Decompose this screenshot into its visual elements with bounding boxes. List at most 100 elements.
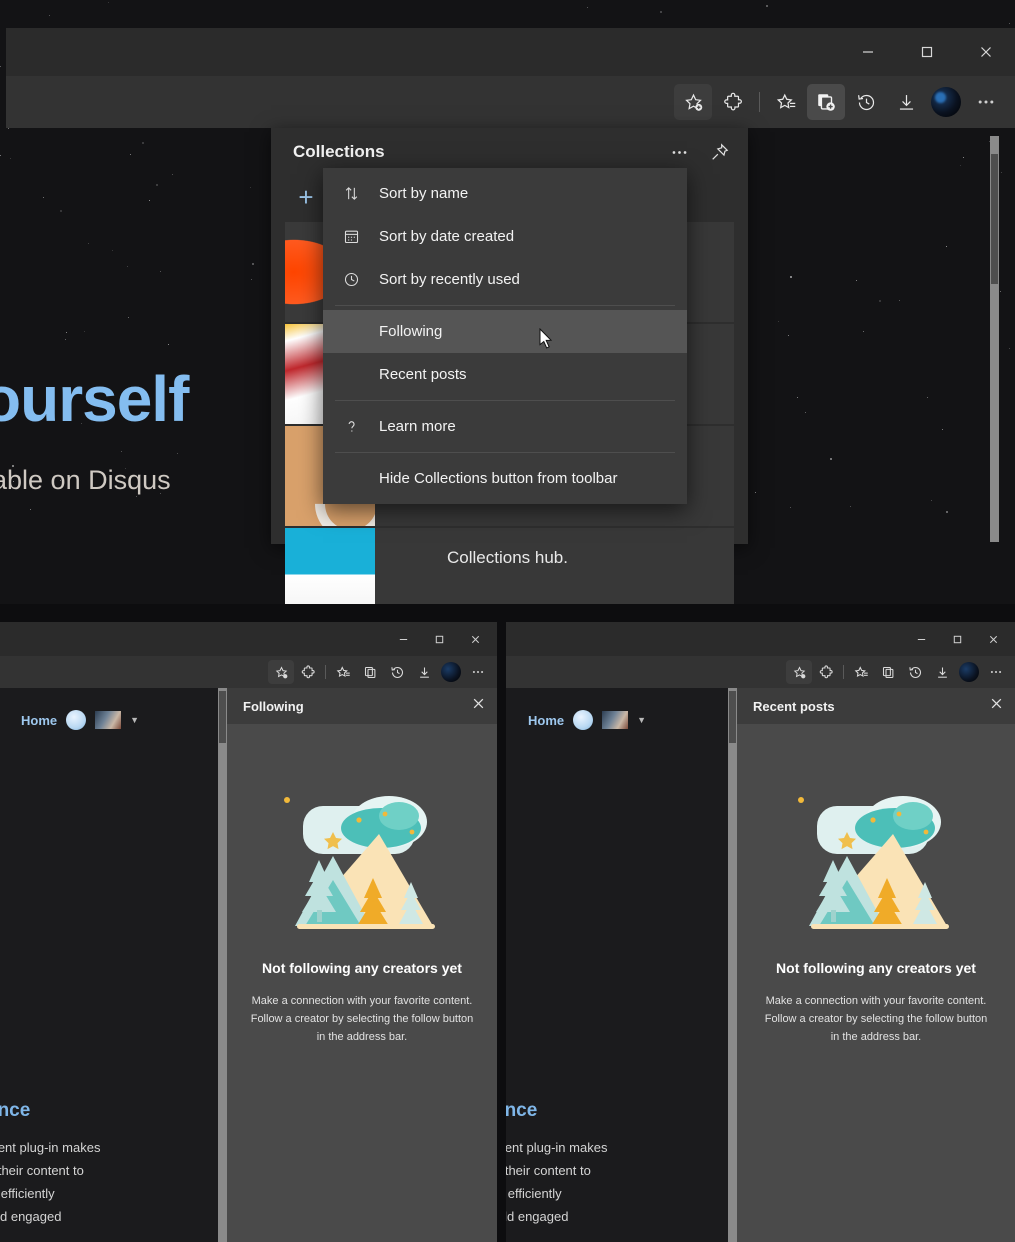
profile-avatar[interactable] bbox=[927, 84, 965, 120]
title-bar bbox=[506, 622, 1015, 656]
collections-icon[interactable] bbox=[357, 660, 383, 684]
page-hero-heading: ourself bbox=[0, 362, 188, 436]
window-body: Home ▼ ence ment plug-in makes g their c… bbox=[0, 688, 497, 1242]
web-content-area: Home ▼ ence ment plug-in makes g their c… bbox=[506, 688, 728, 1242]
menu-item-learn-more[interactable]: Learn more bbox=[323, 405, 687, 448]
page-scrollbar[interactable] bbox=[990, 136, 999, 542]
chat-bubble-icon[interactable] bbox=[573, 710, 593, 730]
menu-separator bbox=[335, 305, 675, 306]
web-content-area: Home ▼ ence ment plug-in makes g their c… bbox=[0, 688, 218, 1242]
nav-home-link[interactable]: Home bbox=[21, 713, 57, 728]
minimize-button[interactable] bbox=[385, 622, 421, 656]
empty-state-line: in the address bar. bbox=[737, 1028, 1015, 1046]
maximize-button[interactable] bbox=[939, 622, 975, 656]
collections-icon[interactable] bbox=[875, 660, 901, 684]
menu-item-sort-by-recently-used[interactable]: Sort by recently used bbox=[323, 258, 687, 301]
minimize-button[interactable] bbox=[838, 28, 897, 76]
menu-separator bbox=[335, 400, 675, 401]
mountains-clouds-illustration bbox=[281, 784, 443, 934]
settings-more-icon[interactable] bbox=[465, 660, 491, 684]
menu-item-sort-by-name[interactable]: Sort by name bbox=[323, 172, 687, 215]
close-button[interactable] bbox=[457, 622, 493, 656]
sort-arrows-icon bbox=[323, 185, 379, 202]
menu-item-hide-collections-button[interactable]: Hide Collections button from toolbar bbox=[323, 457, 687, 500]
web-text-line: s, efficiently bbox=[0, 1182, 227, 1205]
question-mark-icon bbox=[323, 418, 379, 435]
profile-avatar[interactable] bbox=[438, 660, 464, 684]
content-scrollbar[interactable] bbox=[728, 688, 737, 1242]
title-bar bbox=[0, 622, 497, 656]
downloads-icon[interactable] bbox=[929, 660, 955, 684]
menu-item-label: Hide Collections button from toolbar bbox=[379, 470, 617, 487]
browser-toolbar bbox=[6, 76, 1015, 128]
history-icon[interactable] bbox=[847, 84, 885, 120]
image-thumb-icon[interactable] bbox=[602, 711, 628, 729]
add-new-collection-icon[interactable]: + bbox=[293, 186, 319, 212]
chat-bubble-icon[interactable] bbox=[66, 710, 86, 730]
favorites-add-icon[interactable] bbox=[674, 84, 712, 120]
figure-caption: Collections hub. bbox=[0, 548, 1015, 568]
collections-split-icon[interactable] bbox=[767, 84, 805, 120]
window-controls bbox=[838, 28, 1015, 76]
menu-item-label: Recent posts bbox=[379, 366, 467, 383]
content-scrollbar-thumb[interactable] bbox=[219, 691, 226, 743]
empty-state-heading: Not following any creators yet bbox=[737, 960, 1015, 976]
empty-state-line: Make a connection with your favorite con… bbox=[737, 992, 1015, 1010]
chevron-down-icon[interactable]: ▼ bbox=[130, 715, 139, 725]
clock-icon bbox=[323, 271, 379, 288]
empty-state: Not following any creators yet Make a co… bbox=[737, 784, 1015, 1046]
close-button[interactable] bbox=[975, 622, 1011, 656]
chevron-down-icon[interactable]: ▼ bbox=[637, 715, 646, 725]
menu-item-recent-posts[interactable]: Recent posts bbox=[323, 353, 687, 396]
menu-item-following[interactable]: Following bbox=[323, 310, 687, 353]
history-icon[interactable] bbox=[902, 660, 928, 684]
downloads-icon[interactable] bbox=[887, 84, 925, 120]
menu-item-sort-by-date-created[interactable]: Sort by date created bbox=[323, 215, 687, 258]
history-icon[interactable] bbox=[384, 660, 410, 684]
nav-home-link[interactable]: Home bbox=[528, 713, 564, 728]
extensions-icon[interactable] bbox=[714, 84, 752, 120]
close-icon[interactable] bbox=[990, 697, 1003, 715]
extensions-icon[interactable] bbox=[813, 660, 839, 684]
content-scrollbar[interactable] bbox=[218, 688, 227, 1242]
close-icon[interactable] bbox=[472, 697, 485, 715]
toolbar-separator bbox=[325, 665, 326, 679]
empty-state-heading: Not following any creators yet bbox=[227, 960, 497, 976]
collections-icon[interactable] bbox=[807, 84, 845, 120]
pin-icon[interactable] bbox=[704, 137, 734, 167]
title-bar bbox=[6, 28, 1015, 76]
collections-split-icon[interactable] bbox=[848, 660, 874, 684]
toolbar-separator bbox=[759, 92, 760, 112]
page-scrollbar-thumb[interactable] bbox=[991, 154, 998, 284]
extensions-icon[interactable] bbox=[295, 660, 321, 684]
favorites-add-icon[interactable] bbox=[786, 660, 812, 684]
sidebar-panels-figure: Home ▼ ence ment plug-in makes g their c… bbox=[0, 604, 1015, 1242]
calendar-icon bbox=[323, 228, 379, 245]
sidebar-title: Recent posts bbox=[753, 699, 835, 714]
image-thumb-icon[interactable] bbox=[95, 711, 121, 729]
empty-state-line: Make a connection with your favorite con… bbox=[227, 992, 497, 1010]
downloads-icon[interactable] bbox=[411, 660, 437, 684]
browser-toolbar bbox=[506, 656, 1015, 688]
settings-more-icon[interactable] bbox=[967, 84, 1005, 120]
maximize-button[interactable] bbox=[421, 622, 457, 656]
sidebar-header: Following bbox=[227, 688, 497, 724]
settings-more-icon[interactable] bbox=[983, 660, 1009, 684]
window-body: Home ▼ ence ment plug-in makes g their c… bbox=[506, 688, 1015, 1242]
more-options-icon[interactable] bbox=[664, 137, 694, 167]
web-text-line: ment plug-in makes bbox=[506, 1136, 734, 1159]
close-button[interactable] bbox=[956, 28, 1015, 76]
collections-title: Collections bbox=[293, 142, 385, 162]
collections-split-icon[interactable] bbox=[330, 660, 356, 684]
favorites-add-icon[interactable] bbox=[268, 660, 294, 684]
browser-toolbar bbox=[0, 656, 497, 688]
profile-avatar[interactable] bbox=[956, 660, 982, 684]
screenshot-root: ourself lable on Disqus bbox=[0, 0, 1015, 1242]
site-nav: Home ▼ bbox=[0, 688, 218, 730]
web-text-heading: ence bbox=[0, 1100, 227, 1122]
content-scrollbar-thumb[interactable] bbox=[729, 691, 736, 743]
mouse-cursor bbox=[539, 328, 555, 352]
collections-header-actions bbox=[664, 137, 734, 167]
minimize-button[interactable] bbox=[903, 622, 939, 656]
maximize-button[interactable] bbox=[897, 28, 956, 76]
